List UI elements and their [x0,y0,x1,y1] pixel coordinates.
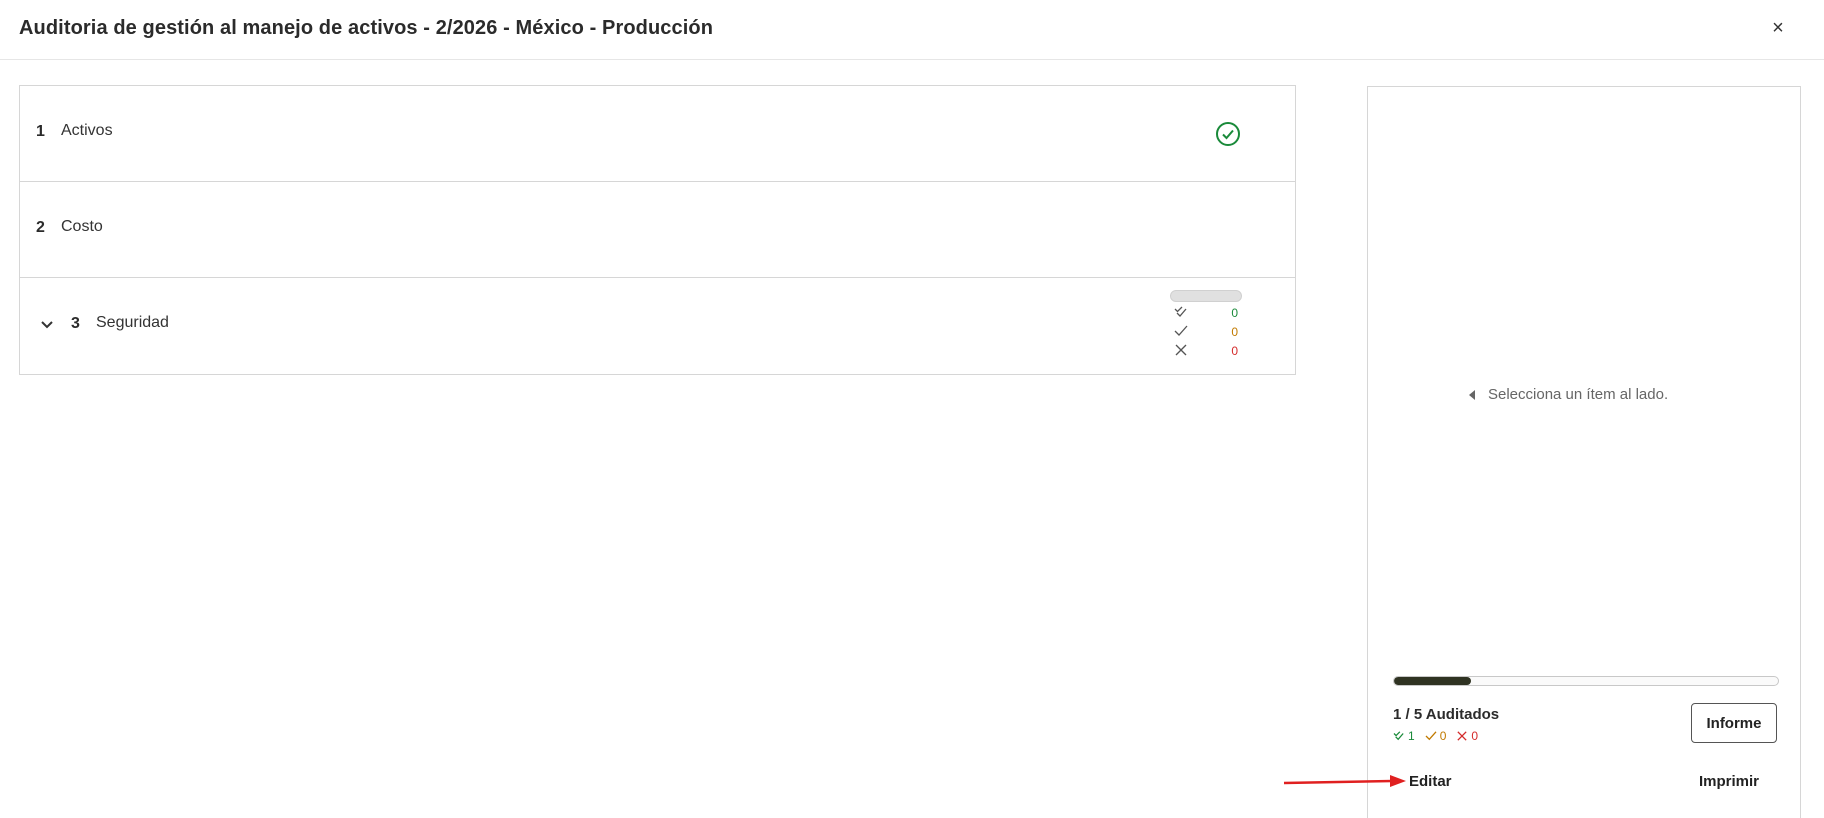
complete-check-icon [1216,122,1240,146]
section-label: Costo [61,218,103,235]
chevron-down-icon[interactable] [37,314,57,334]
double-check-icon [1174,306,1187,317]
check-count: 0 [1231,325,1238,339]
double-check-icon [1393,731,1404,741]
select-item-hint: Selecciona un ítem al lado. [1469,386,1668,403]
close-icon[interactable]: × [1766,14,1790,42]
double-check-count: 0 [1231,306,1238,320]
section-list: 1 Activos 2 Costo 3 Seguridad 0 0 0 [19,85,1296,375]
cross-icon [1457,731,1468,741]
detail-panel: Selecciona un ítem al lado. 1 / 5 Audita… [1367,86,1801,818]
audit-progress-fill [1394,677,1471,685]
report-button[interactable]: Informe [1691,703,1777,743]
section-row-activos[interactable]: 1 Activos [20,86,1295,182]
check-count: 0 [1439,729,1447,743]
edit-link[interactable]: Editar [1409,773,1452,790]
annotation-arrow-icon [1283,775,1406,787]
section-progress-bar [1170,290,1242,302]
caret-left-icon [1469,390,1475,400]
dialog-title: Auditoria de gestión al manejo de activo… [19,17,714,39]
cross-count: 0 [1231,344,1238,358]
audit-counts: 1 0 0 [1393,729,1478,743]
section-number: 1 [36,123,45,140]
section-row-costo[interactable]: 2 Costo [20,182,1295,278]
audit-progress-bar [1393,676,1779,686]
section-row-seguridad[interactable]: 3 Seguridad 0 0 0 [20,278,1295,374]
check-icon [1425,731,1437,741]
double-check-count: 1 [1408,729,1415,743]
section-number: 2 [36,219,45,236]
section-label: Seguridad [96,314,169,331]
check-icon [1174,325,1188,336]
section-stats: 0 0 0 [1170,290,1244,359]
dialog-header: Auditoria de gestión al manejo de activo… [0,0,1824,60]
print-link[interactable]: Imprimir [1699,773,1759,790]
section-label: Activos [61,122,113,139]
section-number: 3 [71,315,80,332]
audited-count: 1 / 5 Auditados [1393,706,1500,723]
cross-count: 0 [1471,729,1479,743]
cross-icon [1175,344,1187,356]
